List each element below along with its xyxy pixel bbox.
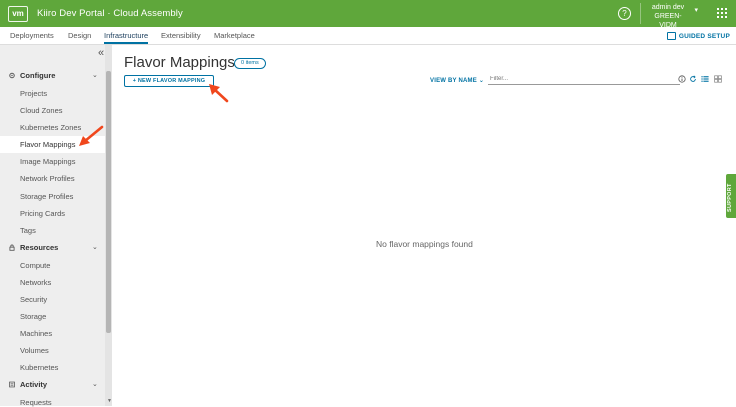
active-tab-indicator [104,42,148,44]
section-activity[interactable]: Activity [8,380,47,389]
page-title: Flavor Mappings [124,54,235,71]
sidebar-item-compute[interactable]: Compute [20,261,50,270]
sidebar-item-flavor-mappings[interactable]: Flavor Mappings [0,136,105,153]
tab-design[interactable]: Design [68,31,91,40]
chevron-down-icon[interactable]: ⌄ [92,71,98,79]
user-name: admin dev [651,4,685,11]
sidebar-item-network-profiles[interactable]: Network Profiles [20,174,75,183]
sidebar-item-storage-profiles[interactable]: Storage Profiles [20,192,73,201]
sidebar-item-image-mappings[interactable]: Image Mappings [20,157,75,166]
sidebar-item-machines[interactable]: Machines [20,329,52,338]
sidebar: « [0,45,105,406]
sidebar-item-volumes[interactable]: Volumes [20,346,49,355]
list-view-icon[interactable] [701,75,709,83]
sidebar-item-kubernetes[interactable]: Kubernetes [20,363,58,372]
sidebar-item-networks[interactable]: Networks [20,278,51,287]
scrollbar-thumb[interactable] [106,71,111,333]
sidebar-item-kubernetes-zones[interactable]: Kubernetes Zones [20,123,81,132]
header-divider [640,3,641,24]
chevron-down-icon[interactable]: ⌄ [92,380,98,388]
sidebar-item-tags[interactable]: Tags [20,226,36,235]
tab-extensibility[interactable]: Extensibility [161,31,201,40]
filter-input[interactable] [488,73,680,85]
guided-setup-link[interactable]: GUIDED SETUP [666,32,730,40]
user-menu[interactable]: admin dev GREEN-VIDM ▾ [646,3,698,30]
info-icon[interactable] [678,75,686,83]
book-icon [666,32,676,40]
empty-state-message: No flavor mappings found [376,239,473,249]
chevron-down-icon: ▾ [694,7,698,14]
tab-deployments[interactable]: Deployments [10,31,54,40]
help-icon[interactable]: ? [618,7,631,20]
sidebar-item-cloud-zones[interactable]: Cloud Zones [20,106,63,115]
scroll-down-icon[interactable]: ▼ [107,398,112,404]
sidebar-item-projects[interactable]: Projects [20,89,47,98]
top-header: vm Kiiro Dev Portal · Cloud Assembly ? a… [0,0,736,30]
guided-setup-label: GUIDED SETUP [678,32,730,40]
list-icon [9,381,15,388]
lock-icon [9,244,15,251]
tab-infrastructure[interactable]: Infrastructure [104,31,148,40]
view-by-name-dropdown[interactable]: VIEW BY NAME ⌄ [430,77,484,84]
support-tab[interactable]: SUPPORT [726,174,736,218]
card-view-icon[interactable] [714,75,722,83]
vmware-logo[interactable]: vm [8,5,28,22]
sidebar-item-pricing-cards[interactable]: Pricing Cards [20,209,65,218]
refresh-icon[interactable] [689,75,697,83]
app-switcher-icon[interactable] [717,8,727,18]
section-resources[interactable]: Resources [8,243,58,252]
section-configure[interactable]: Configure [8,71,55,80]
gear-icon [9,72,15,79]
support-tab-label: SUPPORT [727,183,733,212]
tab-marketplace[interactable]: Marketplace [214,31,255,40]
chevron-down-icon[interactable]: ⌄ [92,243,98,251]
app-title: Kiiro Dev Portal · Cloud Assembly [37,8,183,19]
item-count-badge: 0 items [234,58,266,69]
new-flavor-mapping-button[interactable]: + NEW FLAVOR MAPPING [124,75,214,87]
sidebar-item-storage[interactable]: Storage [20,312,46,321]
collapse-sidebar-icon[interactable]: « [98,47,104,59]
sidebar-item-security[interactable]: Security [20,295,47,304]
